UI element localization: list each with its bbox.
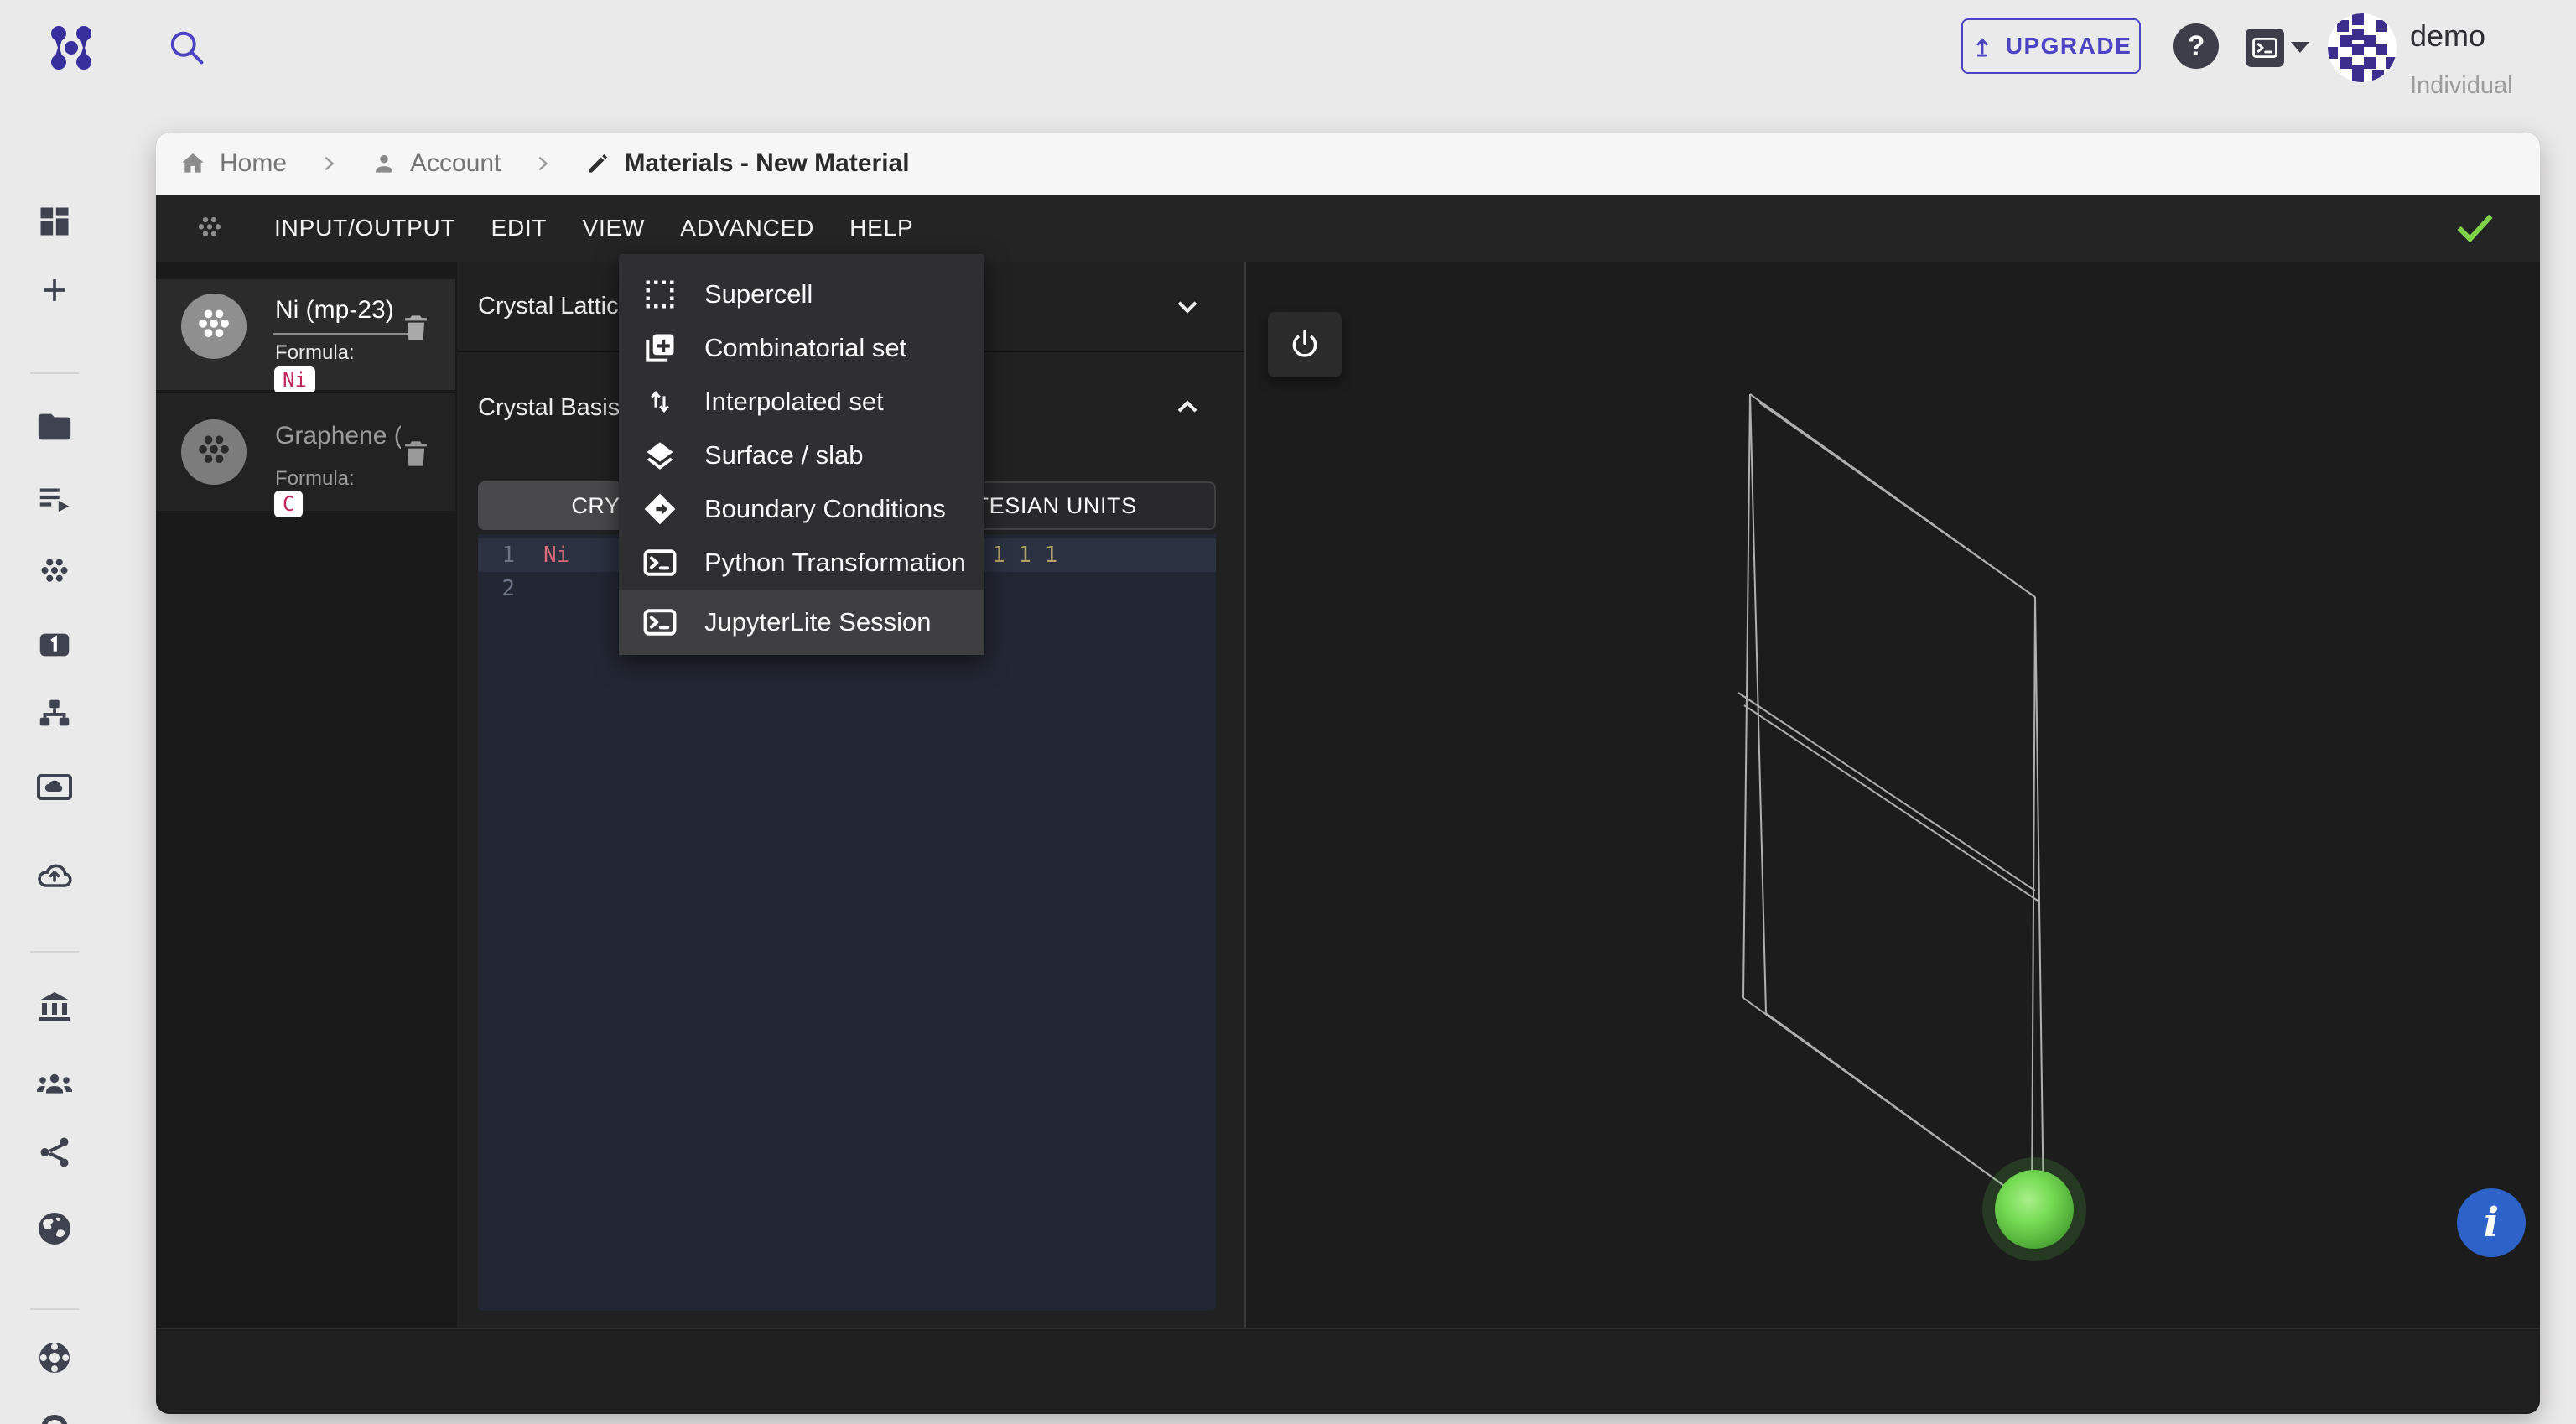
line-number: 2 [501,576,515,601]
formula-label: Formula: [275,467,355,490]
menu-advanced[interactable]: ADVANCED [680,215,814,242]
help-glyph: ? [2187,29,2205,62]
sidebar-divider [30,951,79,953]
mat3ra-logo[interactable] [44,20,99,75]
directions-icon [641,491,679,528]
chevron-up-icon[interactable] [1171,391,1204,424]
materials-panel: Ni (mp-23) Formula: Ni Graphene (… [156,262,459,1328]
workspace-card: Home Account Materials - New Material IN… [156,133,2540,1414]
cloud-upload-icon[interactable] [34,855,75,896]
dashboard-icon[interactable] [34,201,75,242]
help-button[interactable]: ? [2174,23,2219,69]
menu-help[interactable]: HELP [849,215,913,242]
material-name-input[interactable]: Ni (mp-23) [275,296,394,325]
chevron-down-icon[interactable] [1171,289,1204,323]
sidebar-divider [30,372,79,374]
user-plan: Individual [2410,72,2513,99]
upgrade-label: UPGRADE [2005,33,2132,59]
menu-view[interactable]: VIEW [582,215,645,242]
breadcrumb-current: Materials - New Material [624,149,910,177]
ni-atom-sphere [1995,1170,2074,1249]
layers-icon [641,437,679,474]
material-avatar [181,294,247,359]
material-avatar [181,419,247,485]
breadcrumb: Home Account Materials - New Material [156,133,2540,195]
menu-edit[interactable]: EDIT [491,215,547,242]
material-item-graphene[interactable]: Graphene (… Formula: C [156,392,455,517]
one-box-icon[interactable] [34,625,75,665]
power-button[interactable] [1268,312,1342,377]
globe-icon[interactable] [34,1208,75,1249]
sitemap-icon[interactable] [34,693,75,733]
console-menu-button[interactable] [2246,29,2284,67]
menu-item-interpolated-set[interactable]: Interpolated set [619,375,984,429]
menu-item-jupyterlite-session[interactable]: JupyterLite Session [619,590,984,655]
home-icon[interactable] [179,149,207,178]
share-icon[interactable] [34,1132,75,1172]
section-title: Crystal Lattice [478,292,632,320]
menu-item-combinatorial-set[interactable]: Combinatorial set [619,321,984,375]
pencil-icon [589,153,608,173]
formula-chip: C [274,491,304,517]
menubar: INPUT/OUTPUT EDIT VIEW ADVANCED HELP [156,195,2540,262]
plus-icon[interactable] [34,270,75,310]
chevron-right-icon [325,156,335,171]
card-footer [156,1328,2540,1414]
material-item-ni[interactable]: Ni (mp-23) Formula: Ni [156,279,455,393]
sidebar-divider [30,1308,79,1310]
library-add-icon [641,330,679,366]
bank-icon[interactable] [34,987,75,1027]
menu-item-python-transformation[interactable]: Python Transformation [619,536,984,590]
power-icon [1292,330,1317,357]
constraint-token: 1 1 1 [992,543,1058,568]
menu-item-surface-slab[interactable]: Surface / slab [619,429,984,482]
info-glyph: i [2483,1199,2500,1246]
formula-label: Formula: [275,341,355,364]
advanced-dropdown-menu: Supercell Combinatorial set Interpolated… [619,254,984,655]
terminal-icon [641,544,679,581]
info-button[interactable]: i [2457,1188,2526,1257]
molecule-icon [198,216,221,236]
atoms-icon[interactable] [34,552,75,592]
delete-icon[interactable] [397,308,434,348]
person-icon[interactable] [371,150,397,177]
upgrade-button[interactable]: UPGRADE [1961,18,2141,74]
material-name[interactable]: Graphene (… [275,422,401,450]
playlist-play-icon[interactable] [34,478,75,518]
menu-item-supercell[interactable]: Supercell [619,268,984,321]
breadcrumb-account[interactable]: Account [410,149,501,178]
line-number: 1 [501,543,515,568]
avatar[interactable] [2328,13,2397,82]
chevron-right-icon [538,156,548,171]
crystal-wireframe [1737,393,2086,1261]
menubar-items: INPUT/OUTPUT EDIT VIEW ADVANCED HELP [274,215,914,242]
screen-cloud-icon[interactable] [34,767,75,808]
search-icon[interactable] [164,25,208,69]
folder-icon[interactable] [34,407,75,447]
wheel-icon[interactable] [34,1338,75,1378]
swap-vert-icon [641,385,679,418]
formula-chip: Ni [274,366,315,393]
upload-icon [1976,38,1988,57]
caret-down-icon[interactable] [2291,42,2309,53]
menu-input-output[interactable]: INPUT/OUTPUT [274,215,455,242]
headset-icon[interactable] [34,1410,75,1424]
delete-icon[interactable] [397,434,434,474]
people-icon[interactable] [34,1064,75,1104]
terminal-icon [641,604,679,641]
grid-dots-icon [641,276,679,313]
viewer-3d[interactable]: i [1246,262,2540,1328]
menu-item-boundary-conditions[interactable]: Boundary Conditions [619,482,984,536]
app: UPGRADE ? demo Individual Home Account M… [0,0,2576,1424]
sidebar [0,94,109,1424]
user-name[interactable]: demo [2410,18,2485,54]
breadcrumb-home[interactable]: Home [220,149,287,178]
terminal-icon [2252,37,2277,59]
element-token: Ni [543,543,570,568]
workspace: Ni (mp-23) Formula: Ni Graphene (… [156,262,2540,1328]
section-title: Crystal Basis [478,393,621,421]
save-check-icon[interactable] [2453,206,2496,250]
